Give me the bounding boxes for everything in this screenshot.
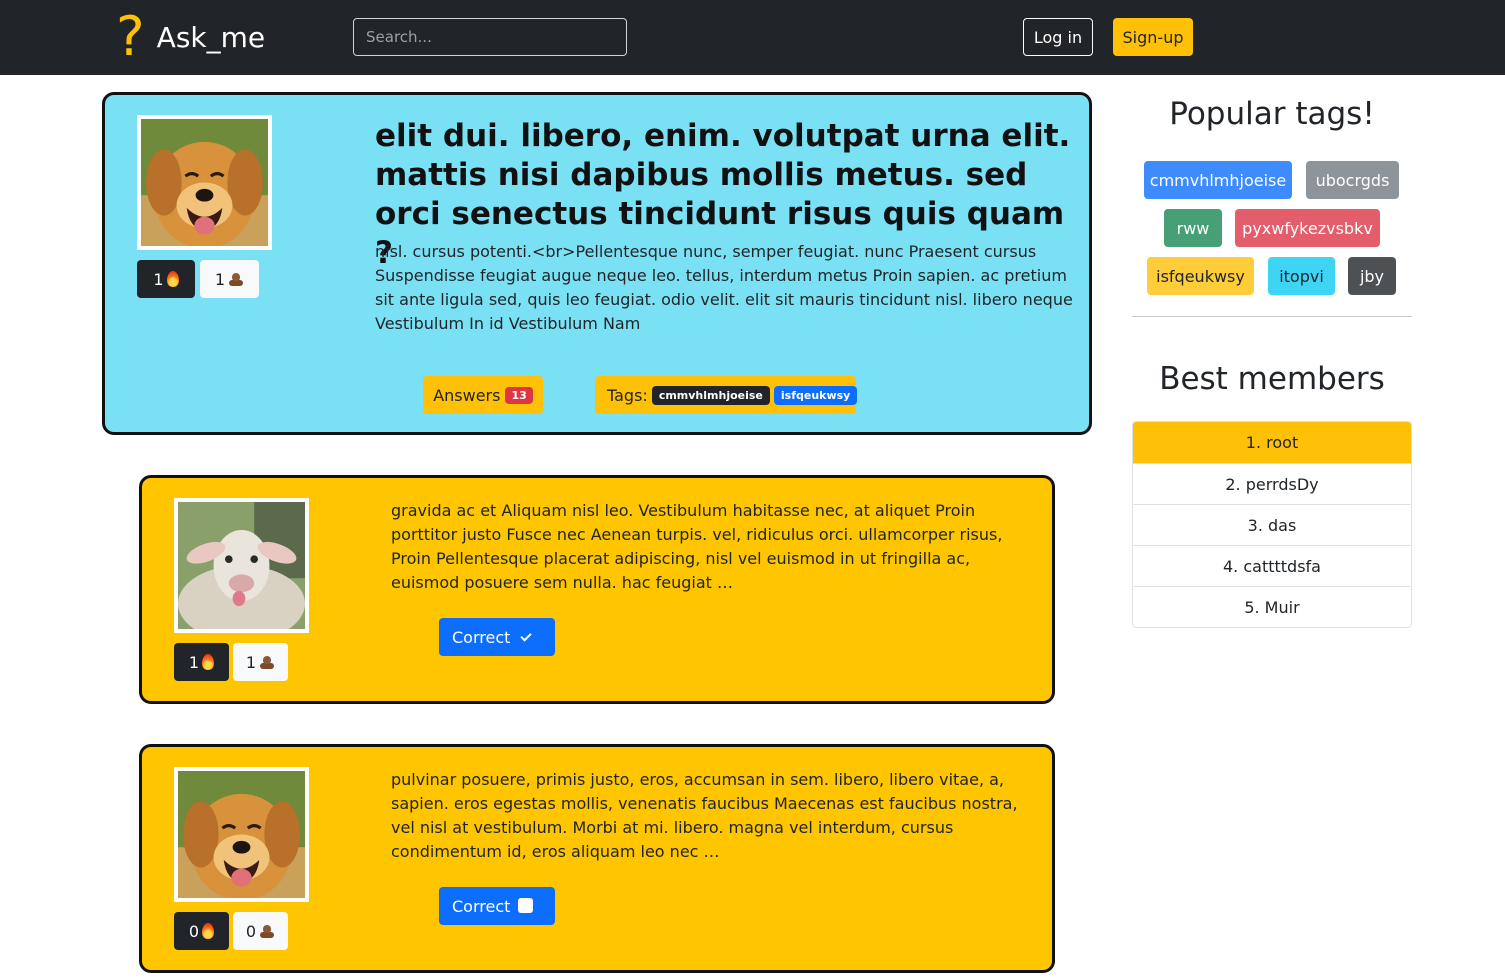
dog-avatar	[137, 115, 272, 250]
answer-card: 0 0 pulvinar posuere, primis justo, eros…	[139, 744, 1055, 973]
poop-icon	[259, 655, 275, 669]
member-item[interactable]: 4. cattttdsfa	[1133, 545, 1411, 586]
popular-tag[interactable]: ubocrgds	[1306, 161, 1399, 199]
answers-label: Answers	[433, 385, 501, 405]
popular-tag[interactable]: jby	[1348, 257, 1396, 295]
popular-tags-title: Popular tags!	[1169, 96, 1375, 132]
answers-count-badge: 13	[505, 386, 533, 404]
correct-toggle[interactable]: Correct	[439, 887, 555, 925]
login-button[interactable]: Log in	[1023, 18, 1093, 56]
checkbox-checked-icon[interactable]	[518, 629, 533, 644]
brand-name: Ask_me	[156, 20, 266, 54]
best-members-title: Best members	[1159, 361, 1385, 397]
fire-icon	[202, 654, 215, 670]
signup-button[interactable]: Sign-up	[1113, 18, 1193, 56]
tag-chip[interactable]: cmmvhlmhjoeise	[651, 385, 770, 405]
upvote-button[interactable]: 0	[174, 912, 229, 950]
popular-tag[interactable]: cmmvhlmhjoeise	[1144, 161, 1292, 199]
question-card: 1 1 elit dui. libero, enim. volutpat urn…	[102, 92, 1092, 435]
downvote-count: 1	[245, 652, 257, 672]
downvote-button[interactable]: 0	[233, 912, 288, 950]
popular-tag[interactable]: rww	[1164, 209, 1222, 247]
best-members-list: 1. root 2. perrdsDy 3. das 4. cattttdsfa…	[1132, 421, 1412, 628]
dog-avatar-icon	[141, 119, 268, 246]
downvote-count: 1	[214, 269, 226, 289]
upvote-count: 1	[153, 269, 164, 289]
correct-label: Correct	[452, 627, 511, 647]
correct-toggle[interactable]: Correct	[439, 618, 555, 656]
downvote-count: 0	[245, 921, 257, 941]
question-tags: Tags: cmmvhlmhjoeise isfqeukwsy	[595, 376, 858, 414]
upvote-button[interactable]: 1	[174, 643, 229, 681]
downvote-button[interactable]: 1	[200, 260, 259, 298]
sheep-avatar-icon	[178, 502, 305, 629]
answer-card: 1 1 gravida ac et Aliquam nisl leo. Vest…	[139, 475, 1055, 704]
brand-logo[interactable]: ? Ask_me	[116, 5, 266, 68]
dog-avatar-icon	[178, 771, 305, 898]
member-item[interactable]: 1. root	[1133, 422, 1411, 463]
downvote-button[interactable]: 1	[233, 643, 288, 681]
question-mark-icon: ?	[116, 5, 145, 68]
question-body: nisl. cursus potenti.<br>Pellentesque nu…	[375, 242, 1073, 333]
fire-icon	[166, 271, 179, 287]
member-item[interactable]: 3. das	[1133, 504, 1411, 545]
popular-tag[interactable]: pyxwfykezvsbkv	[1235, 209, 1380, 247]
sidebar-divider	[1132, 316, 1412, 317]
answer-body: pulvinar posuere, primis justo, eros, ac…	[391, 770, 1018, 861]
poop-icon	[259, 924, 275, 938]
member-item[interactable]: 5. Muir	[1133, 586, 1411, 627]
answer-body: gravida ac et Aliquam nisl leo. Vestibul…	[391, 501, 1003, 592]
poop-icon	[228, 272, 244, 286]
upvote-count: 0	[188, 921, 200, 941]
correct-label: Correct	[452, 896, 511, 916]
navbar: ? Ask_me Log in Sign-up	[0, 0, 1505, 75]
upvote-button[interactable]: 1	[137, 260, 195, 298]
popular-tag[interactable]: isfqeukwsy	[1147, 257, 1254, 295]
checkbox-unchecked-icon[interactable]	[518, 898, 533, 913]
member-item[interactable]: 2. perrdsDy	[1133, 463, 1411, 504]
upvote-count: 1	[188, 652, 200, 672]
dog-avatar	[174, 767, 309, 902]
fire-icon	[202, 923, 215, 939]
tags-label: Tags:	[607, 385, 648, 405]
search-input[interactable]	[353, 18, 627, 56]
popular-tag[interactable]: itopvi	[1268, 257, 1335, 295]
answers-button[interactable]: Answers 13	[423, 376, 543, 414]
sheep-avatar	[174, 498, 309, 633]
tag-chip[interactable]: isfqeukwsy	[773, 385, 858, 405]
